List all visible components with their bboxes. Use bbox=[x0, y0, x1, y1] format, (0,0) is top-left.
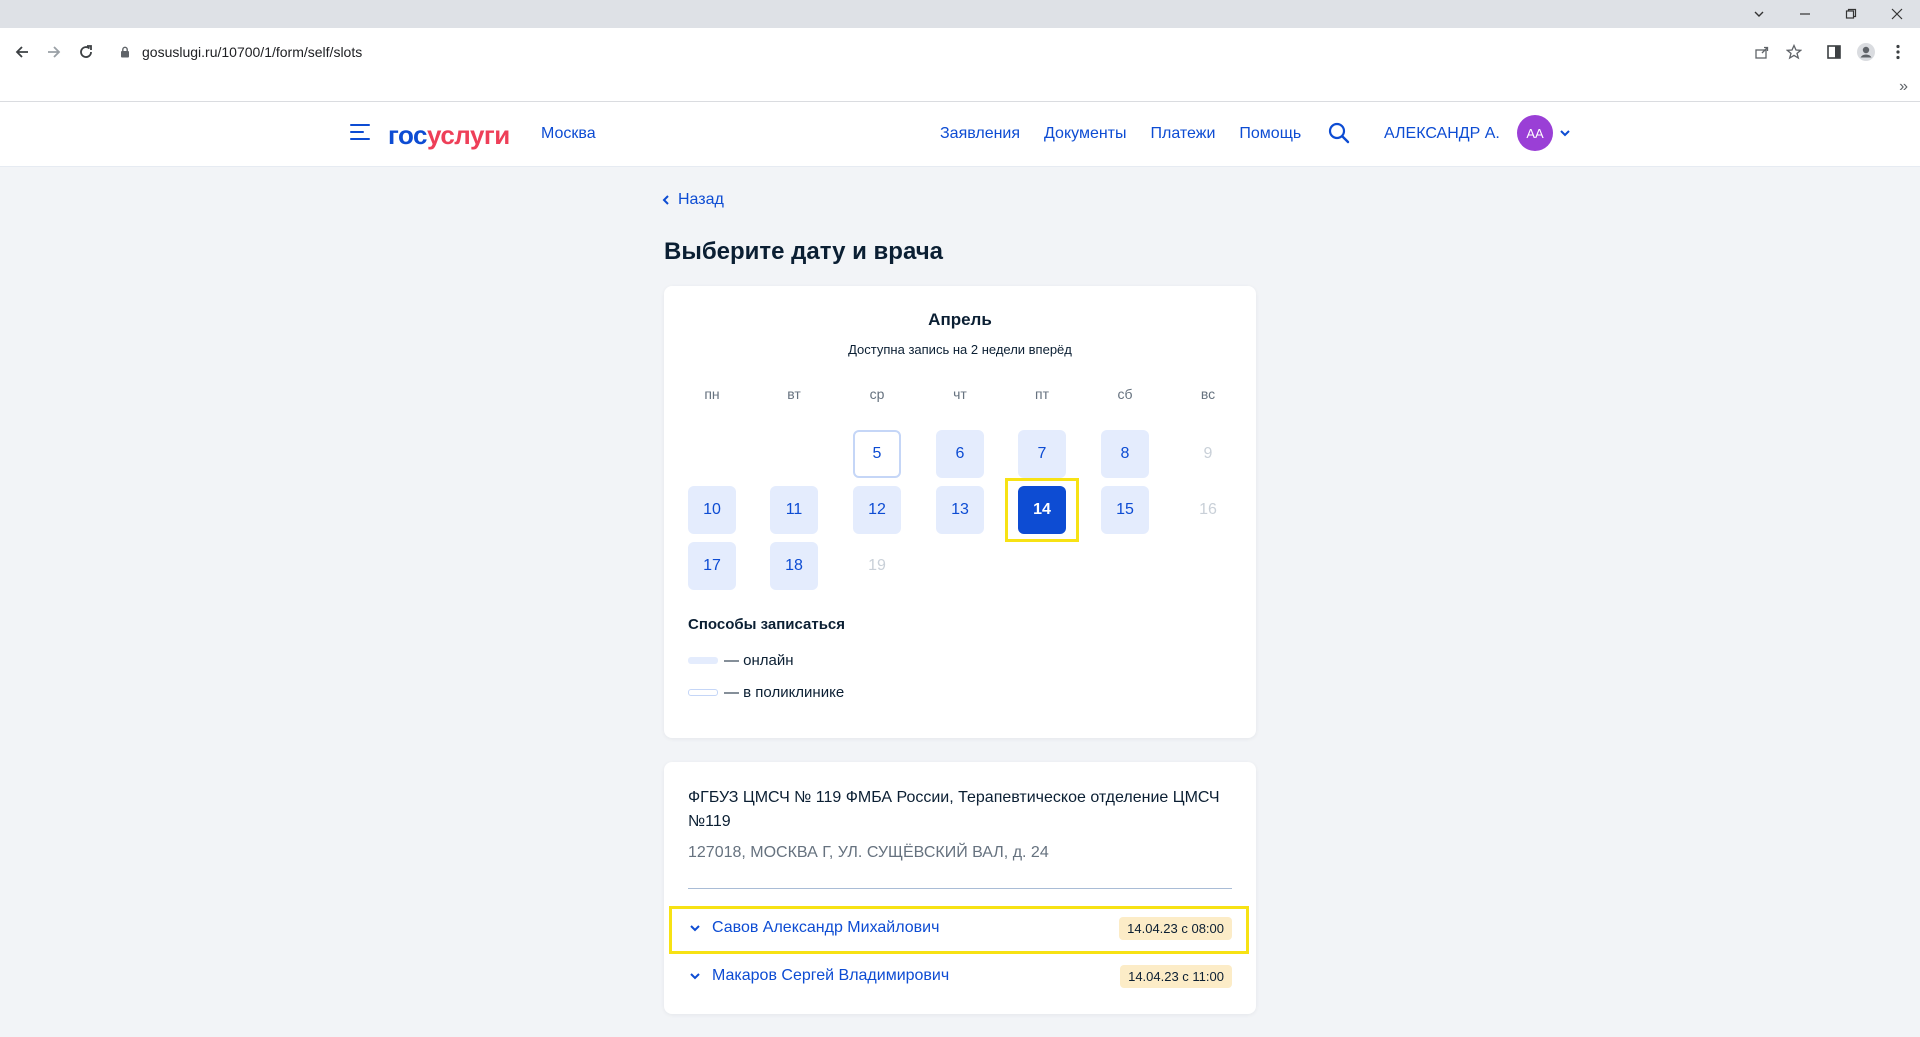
side-panel-icon[interactable] bbox=[1820, 38, 1848, 66]
share-icon[interactable] bbox=[1748, 38, 1776, 66]
back-arrow-icon[interactable] bbox=[8, 38, 36, 66]
back-link-label: Назад bbox=[678, 191, 724, 208]
profile-icon[interactable] bbox=[1852, 38, 1880, 66]
clinic-address: 127018, МОСКВА Г, УЛ. СУЩЁВСКИЙ ВАЛ, д. … bbox=[688, 844, 1049, 861]
nav-help[interactable]: Помощь bbox=[1239, 125, 1301, 143]
calendar-month: Апрель bbox=[928, 310, 992, 329]
page-title: Выберите дату и врача bbox=[664, 238, 943, 265]
calendar-day[interactable]: 15 bbox=[1101, 486, 1149, 534]
weekday-wed: ср bbox=[869, 386, 885, 402]
calendar-day: 19 bbox=[868, 557, 886, 574]
address-bar[interactable]: gosuslugi.ru/10700/1/form/self/slots bbox=[110, 36, 1790, 68]
calendar-day[interactable]: 6 bbox=[936, 430, 984, 478]
calendar-day: 16 bbox=[1199, 501, 1217, 518]
nav-payments[interactable]: Платежи bbox=[1151, 125, 1216, 143]
legend-title: Способы записаться bbox=[688, 616, 846, 633]
calendar-day[interactable]: 12 bbox=[853, 486, 901, 534]
calendar-day: 9 bbox=[1203, 445, 1213, 462]
calendar-day[interactable]: 7 bbox=[1018, 430, 1066, 478]
logo-part-uslugi: услуги bbox=[427, 120, 510, 150]
calendar-day[interactable]: 13 bbox=[936, 486, 984, 534]
calendar-day[interactable]: 18 bbox=[770, 542, 818, 590]
calendar-day[interactable]: 5 bbox=[853, 430, 901, 478]
calendar-day[interactable]: 11 bbox=[770, 486, 818, 534]
avatar[interactable]: АА bbox=[1517, 115, 1553, 151]
doctor-name[interactable]: Макаров Сергей Владимирович bbox=[712, 967, 1120, 985]
weekday-fri: пт bbox=[1035, 386, 1049, 402]
weekday-sun: вс bbox=[1200, 386, 1216, 402]
search-icon[interactable] bbox=[1327, 121, 1351, 145]
weekday-sat: сб bbox=[1117, 386, 1133, 402]
divider bbox=[688, 888, 1232, 889]
calendar-day[interactable]: 8 bbox=[1101, 430, 1149, 478]
gosuslugi-logo[interactable]: госуслуги bbox=[388, 120, 510, 151]
bookmark-star-icon[interactable] bbox=[1780, 38, 1808, 66]
clinic-card: ФГБУЗ ЦМСЧ № 119 ФМБА России, Терапевтич… bbox=[664, 762, 1256, 1014]
more-bookmarks-button[interactable]: » bbox=[1899, 78, 1908, 96]
clinic-name: ФГБУЗ ЦМСЧ № 119 ФМБА России, Терапевтич… bbox=[688, 789, 1220, 830]
chevron-left-icon bbox=[662, 195, 669, 205]
legend-clinic-label: — в поликлинике bbox=[724, 684, 845, 701]
chevron-down-icon[interactable] bbox=[1558, 126, 1572, 140]
weekday-tue: вт bbox=[787, 386, 801, 402]
site-header: госуслуги Москва Заявления Документы Пла… bbox=[0, 102, 1920, 166]
legend-online: — онлайн bbox=[688, 652, 794, 669]
browser-titlebar bbox=[0, 0, 1920, 28]
selected-day-highlight bbox=[1005, 478, 1079, 542]
back-link[interactable]: Назад bbox=[662, 191, 724, 209]
nav-documents[interactable]: Документы bbox=[1044, 125, 1126, 143]
doctor-row[interactable]: Макаров Сергей Владимирович 14.04.23 с 1… bbox=[688, 956, 1232, 996]
slot-badge: 14.04.23 с 11:00 bbox=[1120, 964, 1232, 988]
minimize-icon[interactable] bbox=[1782, 0, 1828, 28]
weekday-mon: пн bbox=[704, 386, 720, 402]
calendar-card: Апрель Доступна запись на 2 недели вперё… bbox=[664, 286, 1256, 738]
url-text: gosuslugi.ru/10700/1/form/self/slots bbox=[142, 44, 363, 60]
lock-icon bbox=[118, 45, 132, 59]
weekday-thu: чт bbox=[953, 386, 967, 402]
reload-icon[interactable] bbox=[72, 38, 100, 66]
clinic-swatch bbox=[688, 689, 718, 696]
calendar-day[interactable]: 10 bbox=[688, 486, 736, 534]
chevron-down-icon bbox=[690, 973, 700, 980]
browser-toolbar: gosuslugi.ru/10700/1/form/self/slots bbox=[0, 28, 1920, 76]
calendar-day[interactable]: 17 bbox=[688, 542, 736, 590]
user-name[interactable]: АЛЕКСАНДР А. bbox=[1384, 125, 1500, 143]
city-selector[interactable]: Москва bbox=[541, 125, 596, 143]
tab-search-icon[interactable] bbox=[1736, 0, 1782, 28]
kebab-menu-icon[interactable] bbox=[1884, 38, 1912, 66]
doctor-highlight bbox=[669, 906, 1249, 954]
main-nav: Заявления Документы Платежи Помощь bbox=[940, 125, 1301, 143]
legend-online-label: — онлайн bbox=[724, 652, 794, 669]
menu-icon[interactable] bbox=[350, 124, 370, 142]
online-swatch bbox=[688, 657, 718, 664]
legend-clinic: — в поликлинике bbox=[688, 684, 844, 701]
logo-part-gos: гос bbox=[388, 120, 428, 150]
close-icon[interactable] bbox=[1874, 0, 1920, 28]
forward-arrow-icon[interactable] bbox=[40, 38, 68, 66]
nav-applications[interactable]: Заявления bbox=[940, 125, 1020, 143]
availability-note: Доступна запись на 2 недели вперёд bbox=[848, 342, 1072, 357]
restore-icon[interactable] bbox=[1828, 0, 1874, 28]
bookmarks-bar: » bbox=[0, 76, 1920, 102]
